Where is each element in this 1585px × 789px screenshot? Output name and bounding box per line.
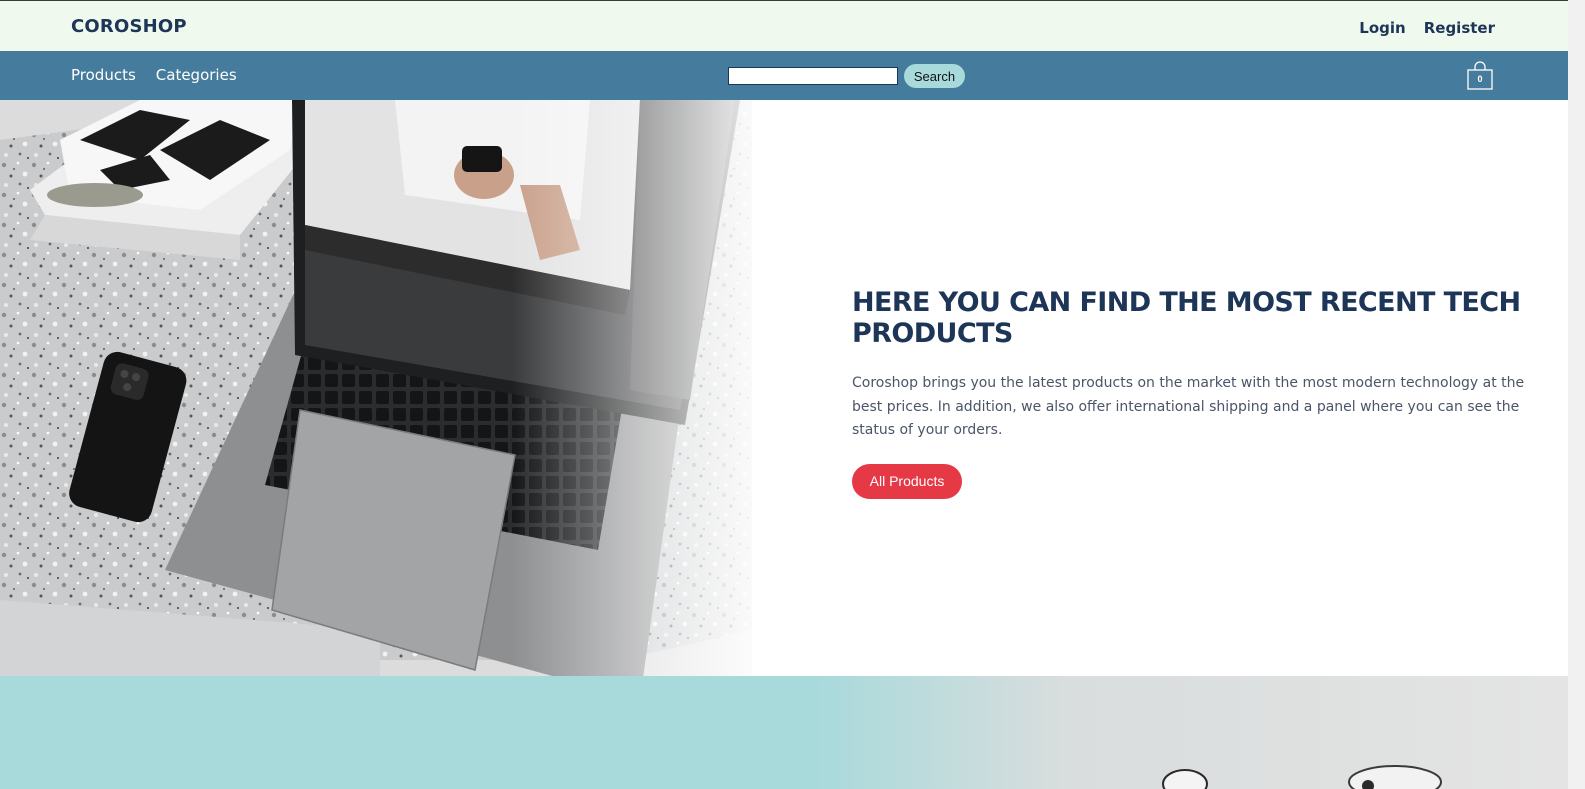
search-form: Search [728,64,965,88]
search-button[interactable]: Search [904,64,965,88]
featured-section [0,676,1568,789]
hero-description: Coroshop brings you the latest products … [852,375,1525,438]
top-bar: COROSHOP Login Register [0,0,1568,51]
hero-image [0,100,752,676]
nav-item-categories[interactable]: Categories [156,66,237,84]
hero-content: HERE YOU CAN FIND THE MOST RECENT TECH P… [852,287,1532,499]
main-nav: Products Categories [71,66,237,84]
search-input[interactable] [728,67,898,85]
cart-button[interactable]: 0 [1466,61,1494,91]
nav-bar: Products Categories Search 0 [0,51,1568,100]
featured-image [0,676,1568,789]
nav-item-products[interactable]: Products [71,66,136,84]
auth-links: Login Register [1359,19,1495,37]
login-link[interactable]: Login [1359,19,1405,37]
cart-count-badge: 0 [1477,74,1483,84]
brand-logo[interactable]: COROSHOP [71,16,187,37]
hero-title: HERE YOU CAN FIND THE MOST RECENT TECH P… [852,287,1521,349]
register-link[interactable]: Register [1424,19,1495,37]
page: COROSHOP Login Register Products Categor… [0,0,1585,789]
page-scrollbar[interactable] [1568,0,1585,789]
all-products-button[interactable]: All Products [852,463,962,499]
